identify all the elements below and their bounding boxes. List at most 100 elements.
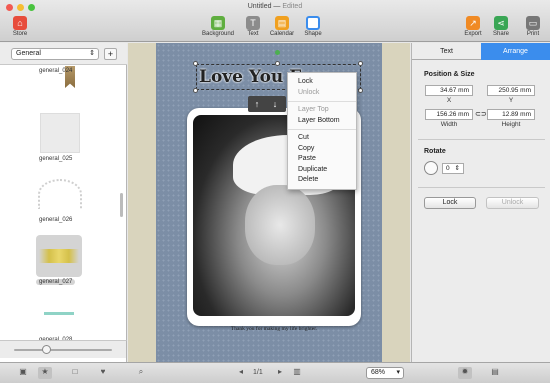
- library-header: General ⇕ +: [0, 43, 127, 65]
- background-button[interactable]: ▦ Background: [198, 16, 238, 37]
- library-scrollbar[interactable]: [120, 193, 123, 217]
- thumbnail-size-bar: [0, 340, 127, 358]
- share-label: Share: [492, 31, 509, 37]
- export-label: Export: [464, 31, 482, 37]
- document-icon[interactable]: ▤: [488, 367, 502, 379]
- width-label: Width: [440, 121, 458, 128]
- move-up-icon[interactable]: ↑: [248, 96, 266, 112]
- add-sticker-button[interactable]: +: [104, 48, 117, 60]
- stepper-icon[interactable]: ⇕: [455, 164, 460, 173]
- resize-handle-top-center[interactable]: [275, 61, 280, 66]
- x-field[interactable]: 34.67 mm: [425, 85, 473, 96]
- sticker-label: general_025: [39, 156, 73, 162]
- next-page-icon[interactable]: ▸: [273, 367, 287, 379]
- y-label: Y: [508, 97, 514, 104]
- text-label: Text: [247, 31, 259, 37]
- layer-order-buttons: ↑ ↓: [248, 96, 286, 112]
- thumbnail-size-slider[interactable]: [42, 345, 51, 354]
- document-title: Untitled: [247, 3, 272, 10]
- photos-tab-icon[interactable]: ▣: [16, 367, 30, 379]
- calendar-icon: ▤: [275, 16, 289, 30]
- document-status: Edited: [282, 3, 303, 10]
- zoom-value: 68%: [371, 369, 386, 376]
- sticker-label: general_024: [39, 68, 73, 74]
- background-icon: ▦: [211, 16, 225, 30]
- export-icon: ↗: [466, 16, 480, 30]
- rotate-field[interactable]: 0 ⇕: [442, 163, 464, 174]
- frames-tab-icon[interactable]: □: [68, 367, 82, 379]
- tab-text[interactable]: Text: [412, 43, 481, 60]
- shape-button[interactable]: Shape: [293, 16, 333, 37]
- sticker-blank-thumbnail[interactable]: [40, 113, 80, 153]
- menu-item-duplicate[interactable]: Duplicate: [288, 165, 356, 176]
- sticker-teal-line-thumbnail[interactable]: [44, 312, 74, 315]
- menu-item-delete[interactable]: Delete: [288, 175, 356, 186]
- height-field[interactable]: 12.89 mm: [487, 109, 535, 120]
- inspector-tabs: Text Arrange: [412, 43, 550, 60]
- category-select-value: General: [16, 50, 41, 57]
- thumbnail-size-track[interactable]: [14, 349, 112, 351]
- photo-face-shape: [245, 185, 315, 265]
- zoom-select[interactable]: 68% ▾: [366, 367, 404, 379]
- favorites-tab-icon[interactable]: ♥: [96, 367, 110, 379]
- sticker-gold-border-thumbnail: [39, 249, 79, 263]
- print-icon: ▭: [526, 16, 540, 30]
- window-title: Untitled — Edited: [247, 3, 303, 10]
- menu-item-layer-top[interactable]: Layer Top: [288, 105, 356, 116]
- text-icon: T: [246, 16, 260, 30]
- shape-label: Shape: [304, 31, 322, 37]
- menu-item-paste[interactable]: Paste: [288, 154, 356, 165]
- menu-item-cut[interactable]: Cut: [288, 133, 356, 144]
- pages-overview-icon[interactable]: ▥: [290, 367, 304, 379]
- width-field[interactable]: 156.26 mm: [425, 109, 473, 120]
- height-label: Height: [501, 121, 521, 128]
- resize-handle-top-left[interactable]: [193, 61, 198, 66]
- window-toolbar: Untitled — Edited ⌂ Store ▦ Background T…: [0, 0, 550, 42]
- menu-item-layer-bottom[interactable]: Layer Bottom: [288, 116, 356, 127]
- x-label: X: [446, 97, 452, 104]
- stickers-tab-icon[interactable]: ★: [38, 367, 52, 379]
- rotate-value: 0: [446, 165, 450, 172]
- print-button[interactable]: ▭ Print: [513, 16, 550, 37]
- menu-item-copy[interactable]: Copy: [288, 144, 356, 155]
- sticker-selected-highlight[interactable]: [36, 235, 82, 277]
- page-caption[interactable]: Thank you for making my life brighter.: [187, 326, 361, 332]
- resize-handle-bottom-left[interactable]: [193, 88, 198, 93]
- background-label: Background: [201, 31, 235, 37]
- section-divider: [418, 187, 545, 188]
- inspector-panel: Text Arrange Position & Size 34.67 mm 25…: [411, 43, 550, 362]
- sticker-library-panel: General ⇕ + general_024 general_025 gene…: [0, 43, 127, 363]
- link-aspect-icon[interactable]: ⊂⊃: [475, 110, 487, 118]
- share-icon: ⋖: [494, 16, 508, 30]
- position-size-title: Position & Size: [424, 71, 475, 78]
- unlock-button[interactable]: Unlock: [486, 197, 539, 209]
- shape-icon: [306, 16, 320, 30]
- sticker-pearls-thumbnail[interactable]: [38, 179, 82, 209]
- store-button[interactable]: ⌂ Store: [0, 16, 40, 37]
- tab-arrange[interactable]: Arrange: [481, 43, 550, 60]
- move-down-icon[interactable]: ↓: [266, 96, 284, 112]
- menu-item-unlock[interactable]: Unlock: [288, 88, 356, 99]
- settings-gear-icon[interactable]: ✹: [458, 367, 472, 379]
- store-label: Store: [12, 31, 28, 37]
- select-arrows-icon: ⇕: [89, 50, 95, 57]
- rotate-handle[interactable]: [275, 50, 280, 55]
- page-indicator: 1/1: [253, 369, 263, 376]
- y-field[interactable]: 250.95 mm: [487, 85, 535, 96]
- calendar-label: Calendar: [269, 31, 295, 37]
- zoom-search-icon[interactable]: ⌕: [134, 367, 148, 379]
- sticker-label-selected: general_027: [36, 279, 76, 285]
- rotate-title: Rotate: [424, 148, 446, 155]
- context-menu: Lock Unlock Layer Top Layer Bottom Cut C…: [287, 72, 357, 190]
- previous-page-icon[interactable]: ◂: [234, 367, 248, 379]
- menu-separator: [288, 98, 356, 102]
- store-icon: ⌂: [13, 16, 27, 30]
- bottom-bar: ▣ ★ □ ♥ ⌕ ◂ 1/1 ▸ ▥ 68% ▾ ✹ ▤: [0, 362, 550, 383]
- category-select[interactable]: General ⇕: [11, 48, 99, 60]
- resize-handle-top-right[interactable]: [358, 61, 363, 66]
- resize-handle-bottom-right[interactable]: [358, 88, 363, 93]
- rotate-dial[interactable]: [424, 161, 438, 175]
- menu-item-lock[interactable]: Lock: [288, 77, 356, 88]
- lock-button[interactable]: Lock: [424, 197, 476, 209]
- sticker-label: general_026: [39, 217, 73, 223]
